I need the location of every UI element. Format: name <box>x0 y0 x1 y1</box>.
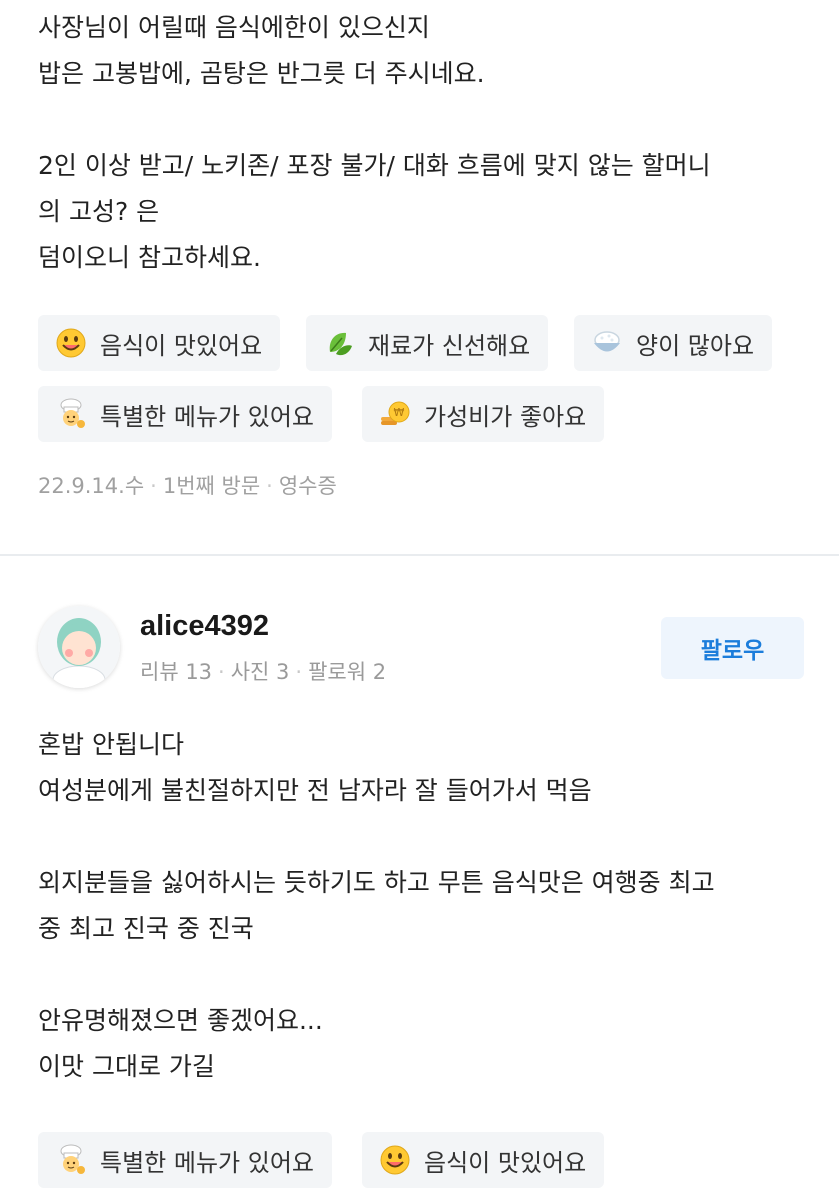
chip-label: 가성비가 좋아요 <box>424 402 587 431</box>
username[interactable]: alice4392 <box>140 610 269 643</box>
chef-icon <box>54 1143 88 1177</box>
review-blank-line <box>38 814 818 860</box>
chip-label: 특별한 메뉴가 있어요 <box>100 1148 314 1177</box>
follower-count: 팔로워 2 <box>308 660 387 684</box>
meta-separator: · <box>218 660 225 684</box>
keyword-chip-value[interactable]: ₩ 가성비가 좋아요 <box>362 386 605 442</box>
keyword-chip-portion[interactable]: 양이 많아요 <box>574 315 773 371</box>
meta-separator: · <box>150 474 157 498</box>
review-text-line: 의 고성? 은 <box>38 197 160 226</box>
keyword-chip-special-menu[interactable]: 특별한 메뉴가 있어요 <box>38 1132 332 1188</box>
avatar[interactable] <box>38 606 120 688</box>
review-blank-line <box>38 952 818 998</box>
review-text-line: 덤이오니 참고하세요. <box>38 243 261 272</box>
chip-label: 음식이 맛있어요 <box>100 331 263 360</box>
verification-source: 영수증 <box>278 474 337 498</box>
smiley-icon <box>378 1143 412 1177</box>
review-divider <box>0 554 839 556</box>
chip-label: 음식이 맛있어요 <box>424 1148 587 1177</box>
review-text-line: 안유명해졌으면 좋겠어요... <box>38 1006 323 1035</box>
leaf-icon <box>322 326 356 360</box>
review-body: 혼밥 안됩니다 여성분에게 불친절하지만 전 남자라 잘 들어가서 먹음 외지분… <box>38 722 818 1090</box>
meta-separator: · <box>266 474 273 498</box>
keyword-chip-fresh[interactable]: 재료가 신선해요 <box>306 315 549 371</box>
user-avatar-icon <box>38 606 120 688</box>
review-text-line: 사장님이 어릴때 음식에한이 있으신지 <box>38 13 430 42</box>
smiley-icon <box>54 326 88 360</box>
user-stats: 리뷰 13 · 사진 3 · 팔로워 2 <box>140 656 386 686</box>
meta-separator: · <box>295 660 303 684</box>
review-text-line: 이맛 그대로 가길 <box>38 1052 215 1081</box>
chip-label: 특별한 메뉴가 있어요 <box>100 402 314 431</box>
review-text-line: 2인 이상 받고/ 노키존/ 포장 불가/ 대화 흐름에 맞지 않는 할머니 <box>38 151 711 180</box>
follow-button[interactable]: 팔로우 <box>661 617 804 679</box>
chip-label: 재료가 신선해요 <box>368 331 531 360</box>
review-text-line: 혼밥 안됩니다 <box>38 730 184 759</box>
visit-date: 22.9.14.수 <box>38 474 145 498</box>
review-body: 사장님이 어릴때 음식에한이 있으신지 밥은 고봉밥에, 곰탕은 반그릇 더 주… <box>38 5 818 281</box>
svg-text:₩: ₩ <box>394 406 405 419</box>
review-count: 리뷰 13 <box>140 660 213 684</box>
chef-icon <box>54 397 88 431</box>
rice-bowl-icon <box>590 326 624 360</box>
visit-count: 1번째 방문 <box>162 474 261 498</box>
review-meta: 22.9.14.수 · 1번째 방문 · 영수증 <box>38 470 337 500</box>
coin-icon: ₩ <box>378 397 412 431</box>
review-blank-line <box>38 97 818 143</box>
review-text-line: 중 최고 진국 중 진국 <box>38 914 254 943</box>
keyword-chip-tasty[interactable]: 음식이 맛있어요 <box>38 315 281 371</box>
photo-count: 사진 3 <box>230 660 290 684</box>
keyword-chip-tasty[interactable]: 음식이 맛있어요 <box>362 1132 605 1188</box>
review-text-line: 여성분에게 불친절하지만 전 남자라 잘 들어가서 먹음 <box>38 776 592 805</box>
keyword-chip-special-menu[interactable]: 특별한 메뉴가 있어요 <box>38 386 332 442</box>
review-text-line: 밥은 고봉밥에, 곰탕은 반그릇 더 주시네요. <box>38 59 485 88</box>
review-text-line: 외지분들을 싫어하시는 듯하기도 하고 무튼 음식맛은 여행중 최고 <box>38 868 715 897</box>
chip-label: 양이 많아요 <box>636 331 755 360</box>
